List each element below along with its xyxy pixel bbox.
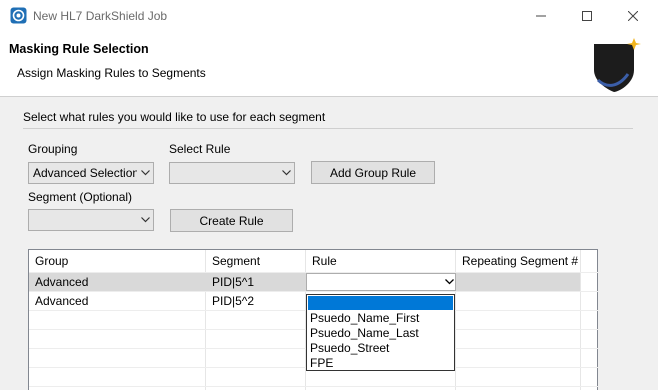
minimize-button[interactable]	[518, 0, 564, 32]
minimize-icon	[536, 15, 546, 17]
cell-group[interactable]: Advanced	[29, 292, 205, 310]
darkshield-app-icon	[10, 7, 27, 24]
instruction-text: Select what rules you would like to use …	[23, 110, 326, 124]
cell-group: Advanced	[35, 275, 89, 289]
row-divider	[29, 386, 599, 387]
dropdown-option[interactable]: Psuedo_Street	[310, 341, 389, 356]
chevron-down-icon[interactable]	[442, 274, 456, 290]
dropdown-option[interactable]: FPE	[310, 356, 333, 371]
create-rule-button[interactable]: Create Rule	[170, 209, 293, 232]
segment-select[interactable]	[28, 209, 154, 231]
dropdown-option-empty[interactable]	[308, 296, 453, 310]
column-divider	[455, 250, 456, 390]
cell-segment[interactable]: PID|5^2	[206, 292, 305, 310]
close-button[interactable]	[610, 0, 656, 32]
title-bar: New HL7 DarkShield Job	[0, 0, 658, 32]
rule-dropdown-list: Psuedo_Name_First Psuedo_Name_Last Psued…	[306, 294, 455, 371]
column-header-rule[interactable]: Rule	[306, 250, 456, 272]
column-divider	[580, 250, 581, 390]
instruction-divider	[23, 128, 633, 129]
rule-cell-editor[interactable]	[306, 273, 456, 291]
page-title: Masking Rule Selection	[9, 42, 149, 56]
window-title: New HL7 DarkShield Job	[33, 9, 168, 23]
column-header-segment[interactable]: Segment	[206, 250, 306, 272]
add-group-rule-button[interactable]: Add Group Rule	[311, 161, 435, 184]
grouping-value: Advanced Selection	[33, 166, 137, 180]
chevron-down-icon	[137, 217, 153, 223]
wizard-banner: Masking Rule Selection Assign Masking Ru…	[0, 32, 658, 96]
shield-logo-icon	[588, 34, 648, 94]
column-header-repeating-segment[interactable]: Repeating Segment #	[456, 250, 580, 272]
segment-label: Segment (Optional)	[28, 190, 133, 204]
dropdown-option[interactable]: Psuedo_Name_First	[310, 311, 419, 326]
select-rule-label: Select Rule	[169, 142, 231, 156]
column-header-group[interactable]: Group	[29, 250, 206, 272]
close-icon	[628, 11, 638, 21]
chevron-down-icon	[137, 170, 153, 176]
page-description: Assign Masking Rules to Segments	[17, 66, 206, 80]
grouping-label: Grouping	[28, 142, 78, 156]
select-rule-select[interactable]	[169, 162, 295, 184]
maximize-button[interactable]	[564, 0, 610, 32]
maximize-icon	[582, 11, 592, 21]
column-divider	[205, 250, 206, 390]
grouping-select[interactable]: Advanced Selection	[28, 162, 154, 184]
cell-segment: PID|5^1	[212, 275, 255, 289]
chevron-down-icon	[278, 170, 294, 176]
dropdown-option[interactable]: Psuedo_Name_Last	[310, 326, 419, 341]
